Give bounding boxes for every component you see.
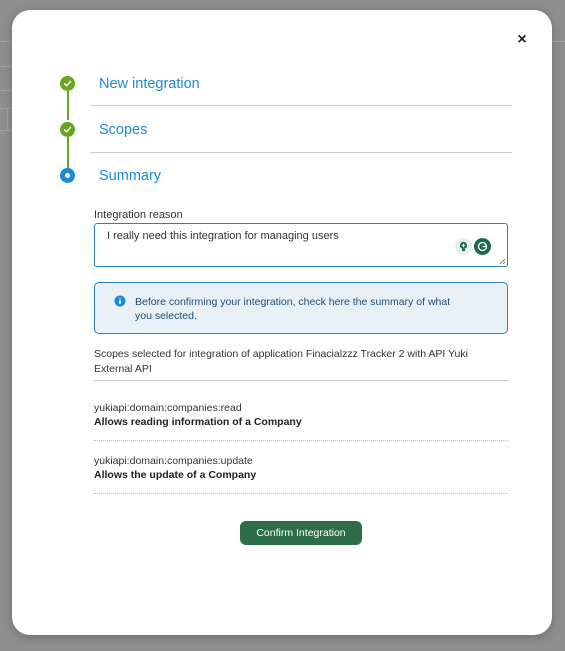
scopes-summary-heading: Scopes selected for integration of appli… bbox=[94, 348, 468, 375]
background-divider bbox=[0, 90, 12, 91]
background-divider bbox=[0, 130, 12, 131]
reason-value: I really need this integration for manag… bbox=[107, 230, 339, 242]
step-label: Summary bbox=[99, 168, 162, 184]
lightbulb-icon[interactable] bbox=[455, 238, 472, 255]
confirm-integration-button[interactable]: Confirm Integration bbox=[240, 521, 362, 545]
scope-description: Allows reading information of a Company bbox=[94, 416, 302, 428]
reason-label: Integration reason bbox=[94, 209, 183, 221]
check-icon bbox=[60, 76, 75, 91]
check-icon bbox=[60, 122, 75, 137]
scope-divider bbox=[94, 440, 508, 441]
step-label: Scopes bbox=[99, 122, 148, 138]
info-text: Before confirming your integration, chec… bbox=[135, 296, 451, 322]
summary-divider bbox=[94, 380, 508, 381]
stepper-connector bbox=[67, 91, 69, 120]
close-button[interactable]: × bbox=[512, 30, 532, 50]
step-label: New integration bbox=[99, 76, 200, 92]
current-step-icon bbox=[60, 168, 75, 183]
stepper-connector bbox=[67, 137, 69, 168]
background-divider bbox=[0, 66, 12, 67]
scope-item: yukiapi:domain:companies:update Allows t… bbox=[94, 454, 508, 482]
step-divider bbox=[90, 152, 512, 153]
integration-modal: × New integration Scopes Summary Integra… bbox=[12, 10, 552, 635]
scope-description: Allows the update of a Company bbox=[94, 469, 257, 481]
scope-name: yukiapi:domain:companies:update bbox=[94, 455, 253, 467]
scope-name: yukiapi:domain:companies:read bbox=[94, 402, 242, 414]
grammar-assistant-icon[interactable] bbox=[474, 238, 491, 255]
info-icon bbox=[114, 295, 126, 307]
scope-divider bbox=[94, 493, 508, 494]
info-notice: Before confirming your integration, chec… bbox=[94, 282, 508, 334]
reason-textarea[interactable]: I really need this integration for manag… bbox=[94, 223, 508, 267]
scope-item: yukiapi:domain:companies:read Allows rea… bbox=[94, 401, 508, 429]
resize-grip-icon[interactable] bbox=[499, 258, 506, 265]
step-divider bbox=[90, 105, 512, 106]
background-divider bbox=[0, 108, 12, 109]
extension-icons bbox=[455, 238, 491, 255]
background-divider bbox=[7, 108, 8, 130]
close-icon: × bbox=[517, 31, 527, 48]
